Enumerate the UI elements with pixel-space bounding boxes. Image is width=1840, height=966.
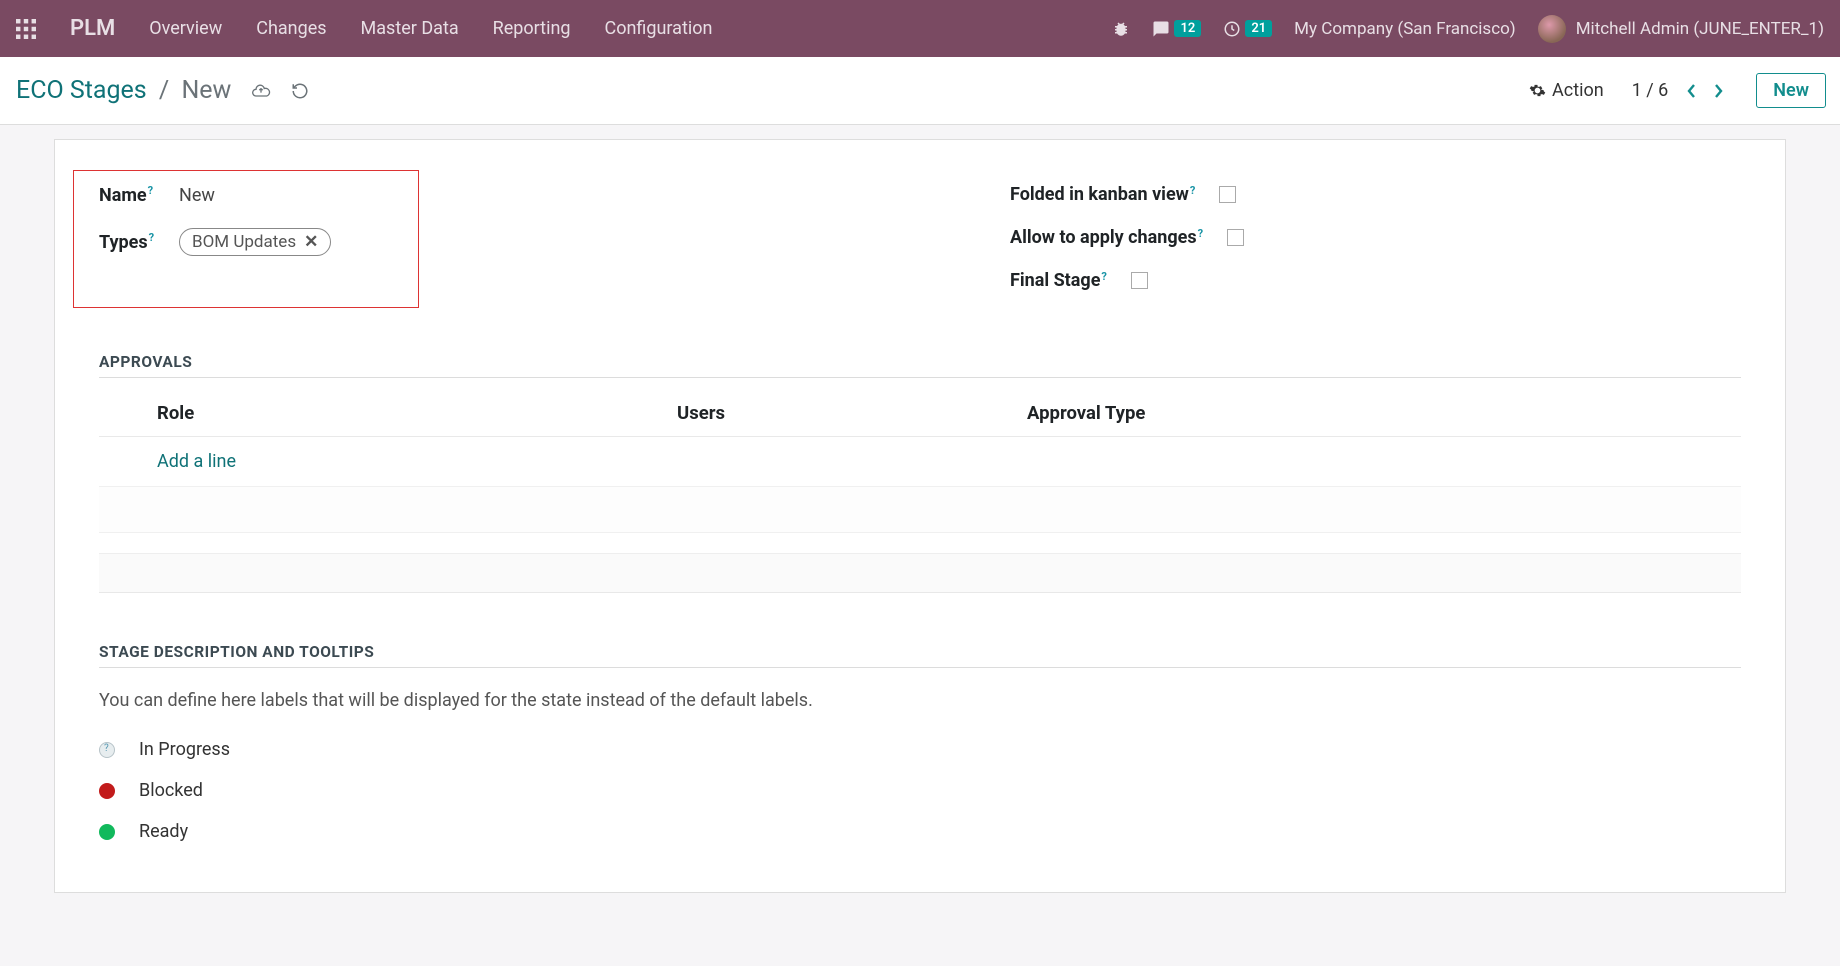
label-allow: Allow to apply changes? [1010, 227, 1203, 248]
nav-changes[interactable]: Changes [256, 18, 326, 39]
breadcrumb-wrap: ECO Stages / New [16, 76, 309, 105]
cloud-save-icon[interactable] [251, 81, 271, 101]
tag-remove-icon[interactable]: ✕ [304, 232, 318, 252]
messages-count: 12 [1174, 20, 1201, 37]
chat-icon [1152, 20, 1170, 38]
state-blocked [99, 770, 1741, 811]
breadcrumb-root[interactable]: ECO Stages [16, 76, 147, 105]
new-button[interactable]: New [1756, 73, 1826, 108]
nav-overview[interactable]: Overview [149, 18, 222, 39]
avatar [1538, 15, 1566, 43]
input-blocked[interactable] [139, 780, 539, 801]
dot-blocked-icon [99, 783, 115, 799]
field-allow: Allow to apply changes? [1010, 227, 1741, 248]
topbar: PLM Overview Changes Master Data Reporti… [0, 0, 1840, 57]
pager-next[interactable] [1708, 83, 1728, 99]
field-folded: Folded in kanban view? [1010, 184, 1741, 205]
state-in-progress [99, 729, 1741, 770]
form-top-row: Name? New Types? BOM Updates ✕ Folded in… [99, 184, 1741, 313]
dot-progress-icon [99, 742, 115, 758]
label-name: Name? [99, 184, 179, 206]
dot-ready-icon [99, 824, 115, 840]
help-icon[interactable]: ? [1101, 270, 1106, 283]
label-folded: Folded in kanban view? [1010, 184, 1195, 205]
nav-links: Overview Changes Master Data Reporting C… [149, 18, 712, 39]
nav-master-data[interactable]: Master Data [361, 18, 459, 39]
col-role: Role [157, 402, 677, 424]
help-icon[interactable]: ? [149, 231, 154, 244]
activities-count: 21 [1245, 20, 1272, 37]
bug-icon[interactable] [1112, 20, 1130, 38]
value-name[interactable]: New [179, 185, 215, 206]
pager: 1 / 6 [1632, 80, 1729, 101]
field-final: Final Stage? [1010, 270, 1741, 291]
approvals-head: Role Users Approval Type [99, 378, 1741, 437]
activities-button[interactable]: 21 [1223, 20, 1272, 38]
section-approvals: APPROVALS [99, 353, 1741, 378]
topbar-left: PLM Overview Changes Master Data Reporti… [16, 16, 712, 41]
pager-text[interactable]: 1 / 6 [1632, 80, 1669, 101]
discard-icon[interactable] [291, 82, 309, 100]
controlbar-right: Action 1 / 6 New [1529, 73, 1826, 108]
section-stage-desc: STAGE DESCRIPTION AND TOOLTIPS [99, 643, 1741, 668]
apps-icon[interactable] [16, 19, 36, 39]
input-in-progress[interactable] [139, 739, 539, 760]
add-line[interactable]: Add a line [99, 437, 1741, 487]
col-left: Name? New Types? BOM Updates ✕ [99, 184, 920, 313]
col-users: Users [677, 402, 1027, 424]
checkbox-folded[interactable] [1219, 186, 1236, 203]
tag-bom-updates[interactable]: BOM Updates ✕ [179, 228, 331, 256]
breadcrumb-sep: / [153, 76, 175, 105]
help-icon[interactable]: ? [1190, 184, 1195, 197]
label-types: Types? [99, 231, 179, 253]
topbar-right: 12 21 My Company (San Francisco) Mitchel… [1112, 15, 1824, 43]
user-menu[interactable]: Mitchell Admin (JUNE_ENTER_1) [1538, 15, 1824, 43]
messages-button[interactable]: 12 [1152, 20, 1201, 38]
stage-desc-help: You can define here labels that will be … [99, 668, 1741, 729]
app-brand[interactable]: PLM [70, 16, 115, 41]
label-final: Final Stage? [1010, 270, 1107, 291]
breadcrumb-current: New [181, 76, 231, 105]
user-name: Mitchell Admin (JUNE_ENTER_1) [1576, 19, 1824, 39]
approvals-footer-row [99, 553, 1741, 593]
clock-icon [1223, 20, 1241, 38]
checkbox-final[interactable] [1131, 272, 1148, 289]
input-ready[interactable] [139, 821, 539, 842]
company-switcher[interactable]: My Company (San Francisco) [1294, 19, 1516, 39]
pager-prev[interactable] [1682, 83, 1702, 99]
action-label: Action [1552, 80, 1604, 101]
checkbox-allow[interactable] [1227, 229, 1244, 246]
controlbar: ECO Stages / New Action 1 / 6 [0, 57, 1840, 125]
approvals-body: Add a line [99, 437, 1741, 593]
col-type: Approval Type [1027, 402, 1741, 424]
col-right: Folded in kanban view? Allow to apply ch… [920, 184, 1741, 313]
help-icon[interactable]: ? [148, 184, 153, 197]
breadcrumb: ECO Stages / New [16, 76, 231, 105]
field-types: Types? BOM Updates ✕ [99, 228, 920, 256]
field-name: Name? New [99, 184, 920, 206]
nav-configuration[interactable]: Configuration [605, 18, 713, 39]
form-sheet: Name? New Types? BOM Updates ✕ Folded in… [54, 139, 1786, 893]
approvals-empty-row [99, 487, 1741, 533]
help-icon[interactable]: ? [1198, 227, 1203, 240]
tag-text: BOM Updates [192, 232, 296, 252]
action-menu[interactable]: Action [1529, 80, 1604, 101]
nav-reporting[interactable]: Reporting [493, 18, 571, 39]
gear-icon [1529, 82, 1546, 99]
state-ready [99, 811, 1741, 852]
